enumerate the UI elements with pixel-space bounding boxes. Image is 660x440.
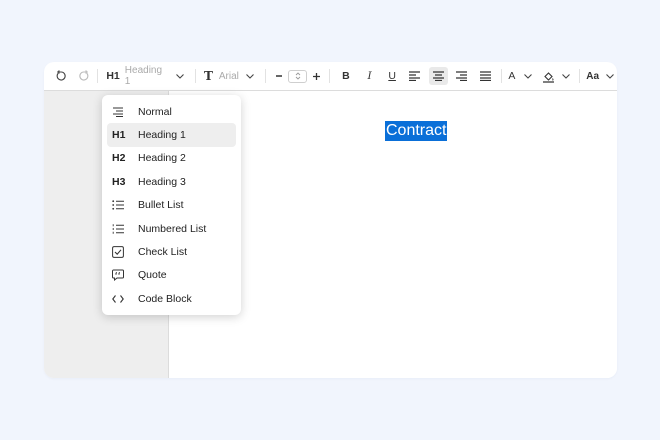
bold-button[interactable]: B [336,66,356,86]
chevron-down-icon [603,69,617,83]
toolbar-divider [194,69,196,83]
stepper-icon [295,72,300,80]
align-right-icon[interactable] [452,69,472,83]
menu-item-label: Normal [138,105,172,118]
chevron-down-icon [173,69,187,83]
bullet-list-icon [112,198,128,212]
text-case-label: Aa [586,70,600,82]
text-color-dropdown[interactable]: A [508,66,535,86]
toolbar-divider [97,69,99,83]
italic-button[interactable]: I [360,66,380,86]
menu-item-check-list[interactable]: Check List [107,240,236,263]
quote-icon [112,268,128,282]
menu-item-label: Quote [138,269,167,282]
align-justify-icon[interactable] [476,69,496,83]
document-title[interactable]: Contract [385,121,448,141]
highlight-dropdown[interactable] [541,66,573,86]
chevron-down-icon [521,69,535,83]
chevron-down-icon [559,69,573,83]
toolbar-divider [579,69,581,83]
redo-icon[interactable] [78,69,92,83]
text-case-dropdown[interactable]: Aa [586,66,617,86]
align-left-icon[interactable] [405,69,425,83]
checkbox-icon [112,245,128,259]
underline-button[interactable]: U [382,66,402,86]
code-icon [112,292,128,306]
toolbar-divider [264,69,266,83]
menu-item-label: Numbered List [138,222,207,235]
font-size-decrease-button[interactable] [272,69,286,83]
block-type-dropdown[interactable]: H1 Heading 1 [104,65,189,87]
menu-item-numbered-list[interactable]: Numbered List [107,217,236,240]
numbered-list-icon [112,222,128,236]
menu-item-label: Bullet List [138,199,184,212]
menu-item-quote[interactable]: Quote [107,264,236,287]
highlight-icon [541,69,555,83]
menu-item-heading-1[interactable]: H1 Heading 1 [107,123,236,147]
menu-item-label: Heading 3 [138,175,186,188]
chevron-down-icon [243,69,257,83]
font-icon: T [203,69,213,83]
toolbar-divider [329,69,331,83]
h3-icon: H3 [112,175,126,188]
menu-item-bullet-list[interactable]: Bullet List [107,194,236,217]
text-color-icon: A [508,70,516,82]
menu-item-label: Check List [138,246,188,259]
menu-item-heading-2[interactable]: H2 Heading 2 [107,147,236,170]
font-size-input[interactable] [287,69,308,83]
font-size-increase-button[interactable] [309,69,323,83]
block-type-menu: Normal H1 Heading 1 H2 Heading 2 H3 Head… [102,95,241,315]
h1-icon: H1 [112,129,126,142]
toolbar-divider [501,69,503,83]
menu-item-label: Code Block [138,292,192,305]
h2-icon: H2 [112,152,126,165]
font-family-dropdown[interactable]: T Arial [202,66,259,86]
block-type-prefix: H1 [106,70,120,82]
block-type-label: Heading 1 [124,65,163,87]
font-family-label: Arial [218,70,239,82]
menu-item-normal[interactable]: Normal [107,100,236,123]
menu-item-code-block[interactable]: Code Block [107,287,236,310]
undo-icon[interactable] [54,69,68,83]
paragraph-icon [112,105,128,119]
menu-item-label: Heading 2 [138,152,186,165]
menu-item-label: Heading 1 [138,129,186,142]
align-center-icon[interactable] [428,67,449,85]
menu-item-heading-3[interactable]: H3 Heading 3 [107,170,236,193]
toolbar: H1 Heading 1 T Arial B I U A Aa [44,62,617,90]
